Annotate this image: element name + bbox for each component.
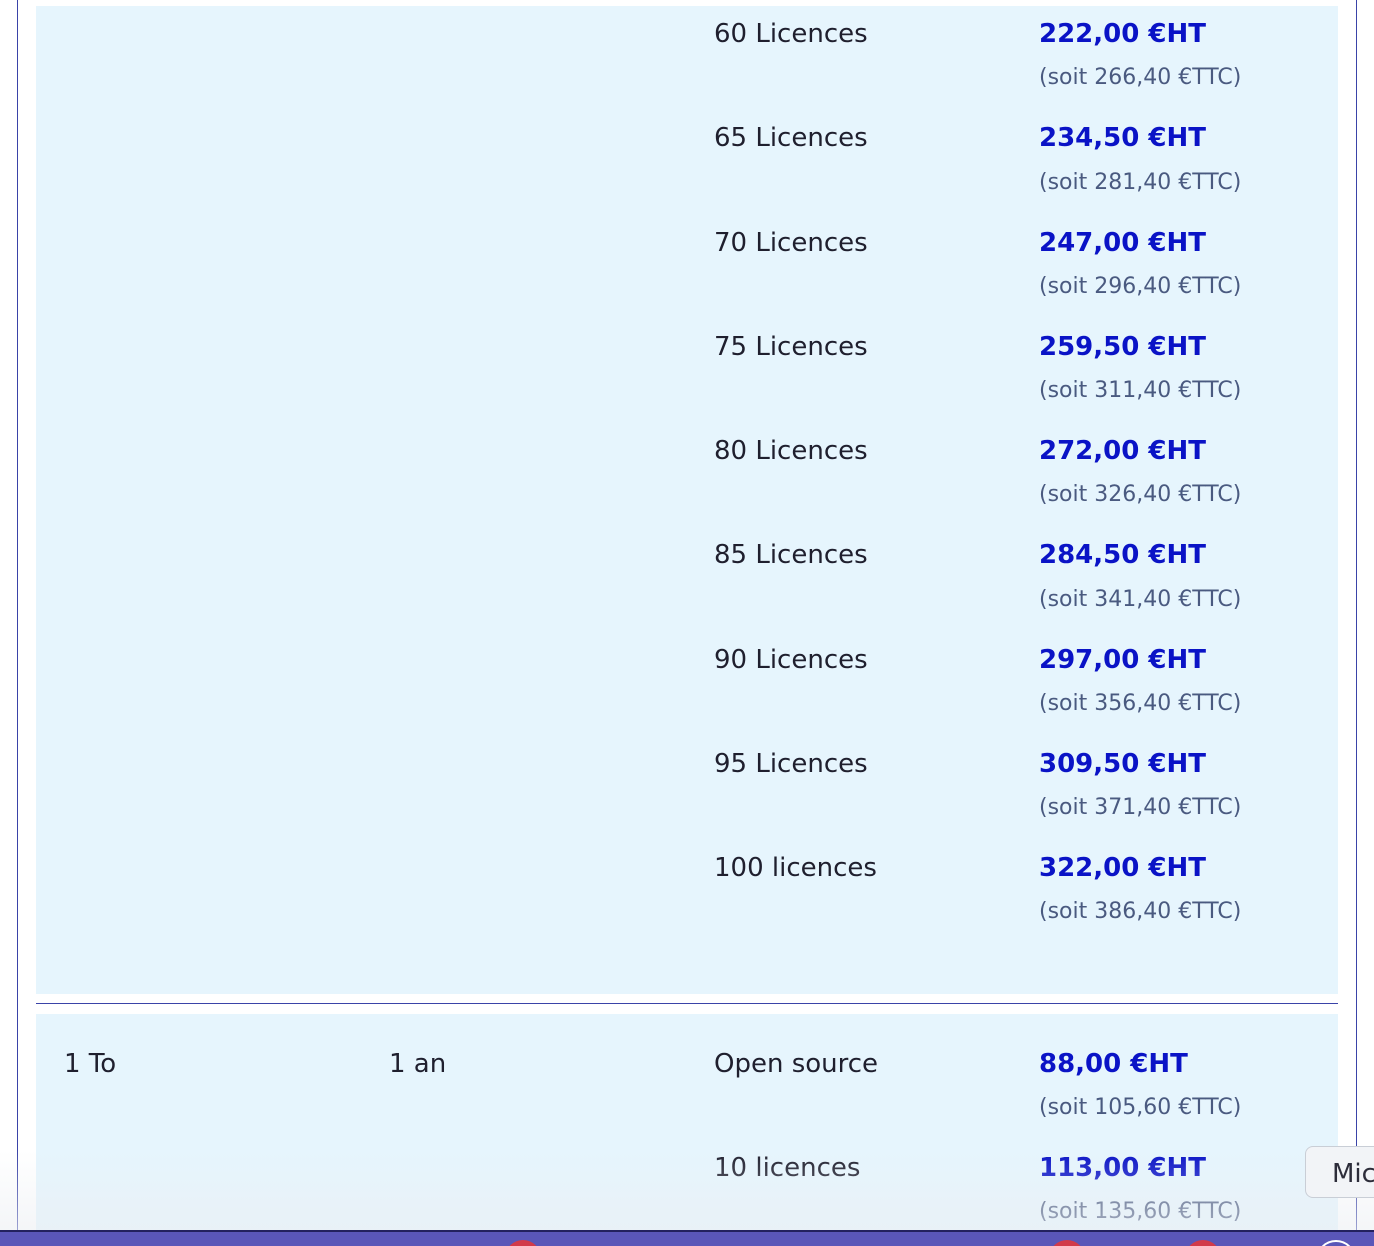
price-ttc: (soit 135,60 €TTC) — [1039, 1199, 1242, 1224]
price-ttc: (soit 326,40 €TTC) — [1039, 482, 1242, 507]
licence-count: Open source — [714, 1049, 879, 1079]
price-ttc: (soit 341,40 €TTC) — [1039, 587, 1242, 612]
price-ht: 272,00 €HT — [1039, 436, 1206, 466]
taskbar-app-icon[interactable] — [1316, 1240, 1356, 1246]
licence-count: 65 Licences — [714, 123, 868, 153]
table-row-group: 60 Licences 222,00 €HT (soit 266,40 €TTC… — [36, 6, 1338, 994]
price-ht: 88,00 €HT — [1039, 1049, 1188, 1079]
price-ht: 113,00 €HT — [1039, 1153, 1206, 1183]
price-ht: 259,50 €HT — [1039, 332, 1206, 362]
price-ttc: (soit 386,40 €TTC) — [1039, 899, 1242, 924]
licence-count: 70 Licences — [714, 228, 868, 258]
table-row-group: 1 To 1 an Open source 88,00 €HT (soit 10… — [36, 1014, 1338, 1234]
price-ttc: (soit 371,40 €TTC) — [1039, 795, 1242, 820]
table-right-border — [1356, 0, 1357, 1230]
taskbar — [0, 1230, 1374, 1246]
pricing-page: 60 Licences 222,00 €HT (soit 266,40 €TTC… — [0, 0, 1374, 1246]
storage-cell: 1 To — [64, 1049, 117, 1079]
price-ht: 297,00 €HT — [1039, 645, 1206, 675]
price-ttc: (soit 266,40 €TTC) — [1039, 65, 1242, 90]
duration-cell: 1 an — [389, 1049, 447, 1079]
taskbar-app-icon[interactable] — [1185, 1240, 1221, 1246]
price-ht: 284,50 €HT — [1039, 540, 1206, 570]
licence-count: 100 licences — [714, 853, 877, 883]
licence-count: 80 Licences — [714, 436, 868, 466]
taskbar-app-icon[interactable] — [1049, 1240, 1085, 1246]
chat-widget-button[interactable]: Mic — [1305, 1146, 1374, 1198]
price-ht: 309,50 €HT — [1039, 749, 1206, 779]
table-left-border — [17, 0, 18, 1230]
licence-count: 60 Licences — [714, 19, 868, 49]
licence-count: 10 licences — [714, 1153, 861, 1183]
price-ttc: (soit 356,40 €TTC) — [1039, 691, 1242, 716]
price-ht: 247,00 €HT — [1039, 228, 1206, 258]
price-ht: 222,00 €HT — [1039, 19, 1206, 49]
licence-count: 75 Licences — [714, 332, 868, 362]
price-ttc: (soit 296,40 €TTC) — [1039, 274, 1242, 299]
price-ttc: (soit 105,60 €TTC) — [1039, 1095, 1242, 1120]
taskbar-app-icon[interactable] — [505, 1240, 541, 1246]
price-ht: 322,00 €HT — [1039, 853, 1206, 883]
row-divider — [36, 1003, 1338, 1004]
price-ttc: (soit 281,40 €TTC) — [1039, 170, 1242, 195]
price-ht: 234,50 €HT — [1039, 123, 1206, 153]
licence-count: 85 Licences — [714, 540, 868, 570]
price-ttc: (soit 311,40 €TTC) — [1039, 378, 1242, 403]
licence-count: 95 Licences — [714, 749, 868, 779]
licence-count: 90 Licences — [714, 645, 868, 675]
